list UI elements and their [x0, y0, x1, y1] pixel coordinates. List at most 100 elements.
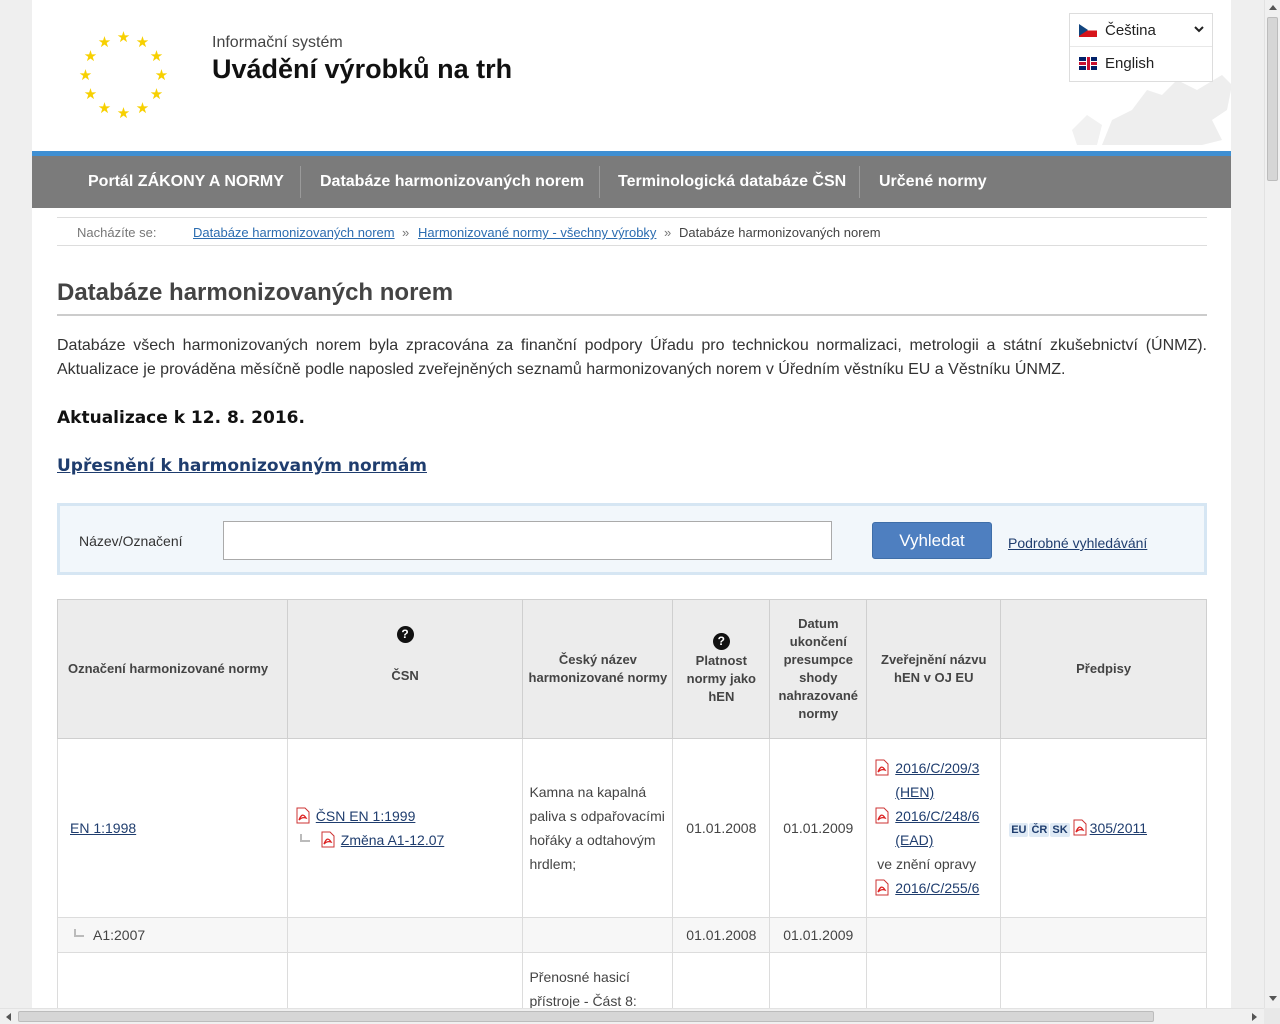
- scrollbar-corner: [1264, 1008, 1280, 1024]
- table-row: Přenosné hasicí přístroje - Část 8:: [57, 952, 1207, 1008]
- star-icon: ★: [135, 34, 150, 51]
- pdf-icon[interactable]: [873, 879, 890, 896]
- pdf-icon[interactable]: [319, 831, 336, 848]
- nav-item-portal[interactable]: Portál ZÁKONY A NORMY: [88, 156, 284, 208]
- csn-change-link[interactable]: Změna A1-12.07: [341, 832, 445, 848]
- nav-item-designated-standards[interactable]: Určené normy: [879, 156, 987, 208]
- table-row: EN 1:1998 ČSN EN 1:1999 Změna A1-12.07 K…: [57, 738, 1207, 918]
- star-icon: ★: [149, 48, 164, 65]
- breadcrumb-link-harmonized-db[interactable]: Databáze harmonizovaných norem: [193, 225, 395, 240]
- pdf-icon[interactable]: [873, 807, 890, 824]
- language-label: Čeština: [1105, 21, 1156, 39]
- nav-separator: [859, 166, 860, 198]
- scroll-up-arrow-icon[interactable]: [1269, 4, 1277, 10]
- star-icon: ★: [78, 67, 93, 84]
- update-date: Aktualizace k 12. 8. 2016.: [57, 408, 305, 428]
- publication-link[interactable]: 2016/C/255/6: [895, 880, 979, 896]
- col-header-publication: Zveřejnění názvu hEN v OJ EU: [866, 599, 1002, 739]
- breadcrumb-label: Nacházíte se:: [77, 225, 157, 240]
- breadcrumb-link-all-products[interactable]: Harmonizované normy - všechny výrobky: [418, 225, 656, 240]
- advanced-search-link[interactable]: Podrobné vyhledávání: [1008, 535, 1147, 551]
- language-selector[interactable]: Čeština English: [1069, 13, 1213, 82]
- publication-cell: 2016/C/209/3 (HEN) 2016/C/248/6 (EAD) ve…: [866, 738, 1002, 918]
- star-icon: ★: [154, 67, 169, 84]
- site-header: ★ ★ ★ ★ ★ ★ ★ ★ ★ ★ ★ ★ Informační systé…: [32, 0, 1231, 151]
- browser-viewport: ★ ★ ★ ★ ★ ★ ★ ★ ★ ★ ★ ★ Informační systé…: [0, 0, 1264, 1008]
- vertical-scroll-thumb[interactable]: [1267, 17, 1278, 181]
- gb-flag-icon: [1079, 57, 1097, 70]
- pdf-icon[interactable]: [294, 807, 311, 824]
- help-icon[interactable]: ?: [712, 633, 730, 650]
- czech-name-cell: Přenosné hasicí přístroje - Část 8:: [522, 952, 674, 1008]
- table-row: A1:2007 01.01.2008 01.01.2009: [57, 917, 1207, 953]
- star-icon: ★: [97, 100, 112, 117]
- star-icon: ★: [116, 29, 131, 46]
- page-title: Databáze harmonizovaných norem: [57, 279, 454, 306]
- end-date-cell: 01.01.2009: [769, 917, 868, 953]
- vertical-scrollbar[interactable]: [1264, 0, 1280, 1008]
- breadcrumb-separator: »: [664, 225, 672, 240]
- intro-text: Databáze všech harmonizovaných norem byl…: [57, 337, 1207, 378]
- amendment-label: A1:2007: [93, 927, 146, 943]
- search-input[interactable]: [223, 521, 832, 560]
- publication-link[interactable]: 2016/C/209/3: [895, 760, 979, 776]
- site-title: Uvádění výrobků na trh: [212, 54, 513, 84]
- col-header-czech-name: Český název harmonizované normy: [522, 599, 674, 739]
- regulation-link[interactable]: 305/2011: [1090, 820, 1147, 836]
- validity-cell: 01.01.2008: [672, 917, 771, 953]
- star-icon: ★: [83, 48, 98, 65]
- nav-item-harmonized-db[interactable]: Databáze harmonizovaných norem: [320, 156, 584, 208]
- search-label: Název/Označení: [79, 533, 183, 549]
- language-option-cs[interactable]: Čeština: [1070, 14, 1212, 47]
- validity-cell: 01.01.2008: [672, 738, 771, 918]
- horizontal-scroll-thumb[interactable]: [18, 1011, 1154, 1022]
- chevron-down-icon: [1194, 26, 1204, 33]
- publication-link[interactable]: 2016/C/248/6: [895, 808, 979, 824]
- standards-table: Označení harmonizované normy ? ČSN Český…: [57, 599, 1207, 1008]
- scroll-down-arrow-icon[interactable]: [1269, 996, 1277, 1002]
- eu-stars-logo: ★ ★ ★ ★ ★ ★ ★ ★ ★ ★ ★ ★: [78, 30, 170, 122]
- star-icon: ★: [97, 34, 112, 51]
- search-panel: Název/Označení Vyhledat Podrobné vyhledá…: [57, 503, 1207, 575]
- cz-flag-icon: [1079, 23, 1097, 37]
- star-icon: ★: [116, 105, 131, 122]
- sk-badge-icon[interactable]: SK: [1050, 823, 1070, 837]
- tree-branch-icon: [299, 834, 310, 842]
- pdf-icon[interactable]: [1071, 819, 1088, 836]
- col-header-designation: Označení harmonizované normy: [57, 599, 288, 739]
- nav-item-terminology-db[interactable]: Terminologická databáze ČSN: [618, 156, 846, 208]
- star-icon: ★: [83, 86, 98, 103]
- publication-tag-link[interactable]: (EAD): [895, 832, 933, 848]
- col-header-validity: ? Platnost normy jako hEN: [672, 599, 771, 739]
- end-date-cell: 01.01.2009: [769, 738, 868, 918]
- star-icon: ★: [149, 86, 164, 103]
- col-header-end-date: Datum ukončení presumpce shody nahrazova…: [769, 599, 868, 739]
- help-icon[interactable]: ?: [396, 626, 414, 643]
- star-icon: ★: [135, 100, 150, 117]
- regulations-cell: EU ČR SK 305/2011: [1000, 738, 1207, 918]
- language-label: English: [1105, 55, 1155, 72]
- nav-separator: [599, 166, 600, 198]
- pdf-icon[interactable]: [873, 759, 890, 776]
- csn-link[interactable]: ČSN EN 1:1999: [316, 808, 416, 824]
- scroll-right-arrow-icon[interactable]: [1252, 1013, 1258, 1021]
- horizontal-scrollbar[interactable]: [0, 1008, 1264, 1024]
- site-subtitle: Informační systém: [212, 34, 343, 51]
- language-option-en[interactable]: English: [1070, 47, 1212, 80]
- scroll-left-arrow-icon[interactable]: [5, 1013, 11, 1021]
- tree-branch-icon: [74, 929, 84, 937]
- publication-note: ve znění opravy: [877, 856, 977, 872]
- specification-link[interactable]: Upřesnění k harmonizovaným normám: [57, 456, 427, 476]
- col-header-csn: ? ČSN: [286, 599, 524, 739]
- eu-badge-icon[interactable]: EU: [1009, 823, 1029, 837]
- breadcrumb-separator: »: [402, 225, 410, 240]
- main-nav: Portál ZÁKONY A NORMY Databáze harmonizo…: [32, 151, 1231, 208]
- standard-link[interactable]: EN 1:1998: [70, 820, 136, 836]
- col-header-regulations: Předpisy: [1000, 599, 1207, 739]
- search-button[interactable]: Vyhledat: [872, 522, 992, 559]
- title-divider: [57, 314, 1207, 316]
- page: ★ ★ ★ ★ ★ ★ ★ ★ ★ ★ ★ ★ Informační systé…: [32, 0, 1231, 1008]
- cr-badge-icon[interactable]: ČR: [1029, 823, 1050, 837]
- czech-name-cell: Kamna na kapalná paliva s odpařovacími h…: [522, 738, 674, 918]
- publication-tag-link[interactable]: (HEN): [895, 784, 934, 800]
